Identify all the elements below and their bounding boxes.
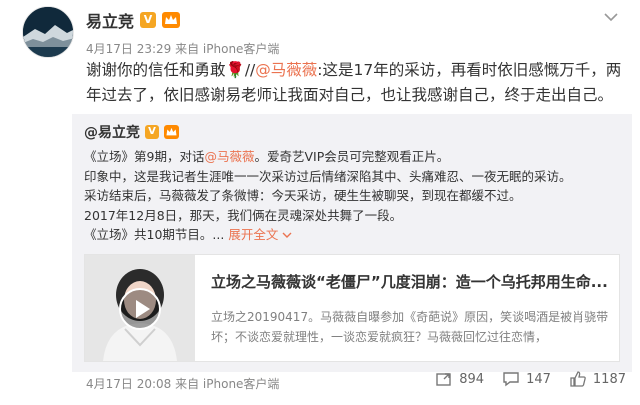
- thumbs-up-icon: [570, 371, 586, 387]
- repost-text: 《立场》第9期，对话@马薇薇。爱奇艺VIP会员可完整观看正片。 印象中，这是我记…: [84, 147, 624, 245]
- expand-full-text-link[interactable]: 展开全文: [228, 227, 292, 242]
- video-media-card[interactable]: 立场之马薇薇谈“老僵尸”几度泪崩：造一个乌托邦用生命... 立场之2019041…: [84, 254, 620, 362]
- play-icon[interactable]: [119, 288, 161, 330]
- expand-label[interactable]: 展开全文: [228, 227, 278, 242]
- verified-badge-icon: V: [140, 12, 157, 28]
- author-name[interactable]: 易立竞: [86, 8, 134, 32]
- action-bar: 894 147 1187: [435, 370, 626, 388]
- repost-prefix: //: [244, 61, 256, 79]
- member-crown-icon: [162, 12, 181, 28]
- repost-icon: [436, 373, 451, 386]
- repost-line: 2017年12月8日，那天，我们俩在灵魂深处共舞了一段。: [84, 207, 403, 223]
- repost-line: 印象中，这是我记者生涯唯一一次采访过后情绪深陷其中、头痛难忍、一夜无眠的采访。: [84, 168, 572, 184]
- avatar-image: [23, 7, 73, 57]
- more-options-chevron-icon[interactable]: [600, 6, 622, 28]
- post-meta: 4月17日 23:29 来自 iPhone客户端: [86, 42, 280, 56]
- repost-text-part: 《立场》共10期节目。...: [84, 227, 225, 242]
- like-count: 1187: [592, 371, 626, 387]
- weibo-post-card: 易立竞 V 4月17日 23:29 来自 iPhone客户端 谢谢你的信任和勇敢…: [0, 0, 640, 405]
- mention-link[interactable]: @马薇薇: [255, 61, 317, 79]
- rose-emoji-icon: 🌹: [225, 61, 245, 79]
- repost-button[interactable]: 894: [435, 370, 484, 388]
- repost-author-name[interactable]: @易立竞: [84, 122, 140, 142]
- reposted-content[interactable]: @易立竞 V 《立场》第9期，对话@马薇薇。爱奇艺VIP会员可完整观看正片。 印…: [72, 114, 632, 372]
- post-text: 谢谢你的信任和勇敢🌹//@马薇薇:这是17年的采访，再看时依旧感慨万千，两年过去…: [86, 58, 626, 108]
- chevron-down-icon[interactable]: [282, 232, 292, 239]
- video-title[interactable]: 立场之马薇薇谈“老僵尸”几度泪崩：造一个乌托邦用生命...: [211, 271, 613, 292]
- repost-text-part: 。爱奇艺VIP会员可完整观看正片。: [254, 149, 450, 164]
- comment-count: 147: [526, 371, 551, 387]
- author-name-row: 易立竞 V: [86, 8, 181, 32]
- member-crown-icon: [164, 125, 179, 139]
- comment-button[interactable]: 147: [502, 370, 551, 388]
- like-button[interactable]: 1187: [569, 370, 626, 388]
- repost-line: 《立场》共10期节目。... 展开全文: [84, 225, 624, 245]
- video-thumbnail[interactable]: [85, 255, 195, 361]
- repost-line: 《立场》第9期，对话@马薇薇。爱奇艺VIP会员可完整观看正片。: [84, 147, 624, 167]
- comment-icon: [503, 372, 519, 387]
- post-text-part: 谢谢你的信任和勇敢: [86, 61, 226, 79]
- video-description: 立场之20190417。马薇薇自曝参加《奇葩说》原因，笑谈喝酒是被肖骁带坏；不谈…: [211, 310, 609, 344]
- repost-count: 894: [459, 371, 485, 387]
- repost-meta: 4月17日 20:08 来自 iPhone客户端: [86, 377, 280, 391]
- repost-line: 采访结束后，马薇薇发了条微博：今天采访，硬生生被聊哭，到现在都缓不过。: [84, 188, 522, 203]
- repost-text-part: 《立场》第9期，对话: [84, 149, 205, 164]
- avatar[interactable]: [22, 6, 74, 58]
- repost-author-row: @易立竞 V: [84, 122, 179, 142]
- verified-badge-icon: V: [145, 125, 159, 139]
- mention-link[interactable]: @马薇薇: [204, 149, 254, 164]
